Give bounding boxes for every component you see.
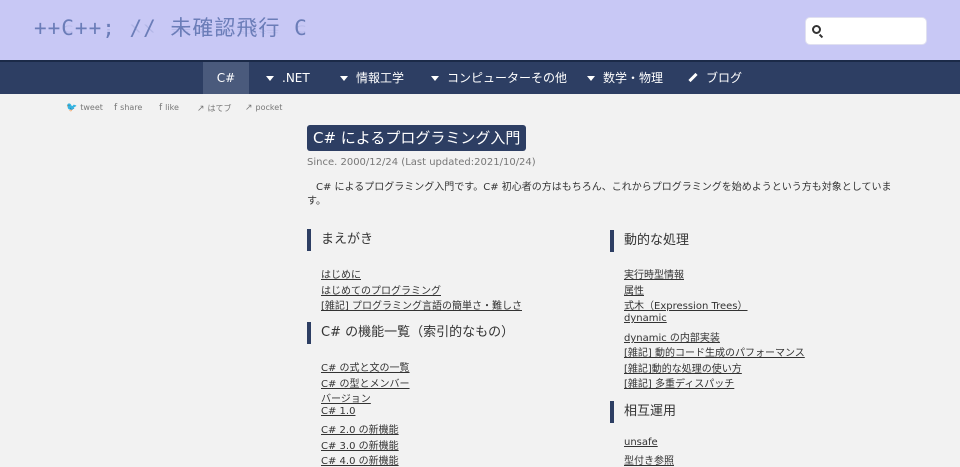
- page-title: C# によるプログラミング入門: [307, 125, 527, 151]
- link-types-members[interactable]: C# の型とメンバー: [321, 375, 410, 390]
- share-facebook-label: share: [120, 103, 143, 112]
- nav-item-label: 情報工学: [356, 71, 405, 85]
- share-like-label: like: [165, 103, 179, 112]
- last-updated: Since. 2000/12/24 (Last updated:2021/10/…: [307, 157, 536, 168]
- twitter-icon: 🐦: [66, 103, 78, 113]
- caret-down-icon: [340, 76, 348, 81]
- link-first-programming[interactable]: はじめてのプログラミング: [321, 282, 441, 297]
- share-pocket-label: pocket: [255, 103, 283, 112]
- link-expression-trees[interactable]: 式木（Expression Trees）: [624, 297, 748, 312]
- section-heading-features: C# の機能一覧（索引的なもの）: [307, 322, 514, 344]
- section-heading-interop: 相互運用: [610, 401, 676, 423]
- section-heading-maegaki: まえがき: [307, 229, 373, 251]
- nav-item-label: ブログ: [706, 71, 743, 85]
- link-version[interactable]: バージョン: [321, 390, 371, 405]
- link-dynamic-usage[interactable]: [雑記]動的な処理の使い方: [624, 360, 742, 375]
- intro-text: C# によるプログラミング入門です。C# 初心者の方はもちろん、これからプログラ…: [307, 182, 892, 207]
- share-tweet-label: tweet: [80, 103, 103, 112]
- caret-down-icon: [587, 76, 595, 81]
- caret-down-icon: [266, 76, 274, 81]
- external-link-icon: ↗: [197, 104, 205, 114]
- facebook-like-icon: f: [159, 103, 163, 113]
- share-like[interactable]: f like: [159, 103, 179, 113]
- nav-item-blog[interactable]: ブログ: [688, 62, 742, 94]
- nav-item-math-physics[interactable]: 数学・物理: [587, 62, 663, 94]
- link-language-difficulty[interactable]: [雑記] プログラミング言語の簡単さ・難しさ: [321, 297, 522, 312]
- link-dynamic-impl[interactable]: dynamic の内部実装: [624, 329, 720, 344]
- link-rtti[interactable]: 実行時型情報: [624, 266, 684, 281]
- link-attributes[interactable]: 属性: [624, 282, 644, 297]
- share-tweet[interactable]: 🐦 tweet: [66, 103, 103, 113]
- nav-item-csharp[interactable]: C#: [203, 62, 249, 94]
- search-box[interactable]: [805, 17, 927, 45]
- search-icon: [812, 25, 821, 34]
- share-pocket[interactable]: ↗ pocket: [245, 103, 282, 113]
- link-hajimeni[interactable]: はじめに: [321, 266, 361, 281]
- link-unsafe[interactable]: unsafe: [624, 437, 658, 448]
- site-logo-reflection: ++C++; // 未確認飛行 C: [34, 23, 308, 35]
- link-csharp-4[interactable]: C# 4.0 の新機能: [321, 452, 399, 467]
- nav-item-dotnet[interactable]: .NET: [266, 62, 310, 94]
- facebook-icon: f: [114, 103, 118, 113]
- nav-item-info-eng[interactable]: 情報工学: [340, 62, 404, 94]
- link-multiple-dispatch[interactable]: [雑記] 多重ディスパッチ: [624, 375, 734, 390]
- nav-item-label: 数学・物理: [603, 71, 664, 85]
- nav-item-computer-other[interactable]: コンピューターその他: [431, 62, 567, 94]
- search-input[interactable]: [826, 21, 922, 41]
- link-dynamic[interactable]: dynamic: [624, 313, 667, 324]
- link-csharp-2[interactable]: C# 2.0 の新機能: [321, 421, 399, 436]
- nav-item-label: .NET: [282, 71, 310, 85]
- nav-item-label: C#: [216, 71, 236, 85]
- share-hatebu-label: はてブ: [207, 104, 232, 113]
- link-csharp-1[interactable]: C# 1.0: [321, 406, 355, 417]
- link-csharp-3[interactable]: C# 3.0 の新機能: [321, 437, 399, 452]
- share-facebook[interactable]: f share: [114, 103, 142, 113]
- caret-down-icon: [431, 76, 439, 81]
- external-link-icon: ↗: [245, 103, 253, 113]
- link-expr-stmt[interactable]: C# の式と文の一覧: [321, 359, 410, 374]
- section-heading-dynamic: 動的な処理: [610, 230, 689, 252]
- site-header: ++C++; // 未確認飛行 C ++C++; // 未確認飛行 C: [0, 0, 960, 60]
- link-dynamic-codegen-perf[interactable]: [雑記] 動的コード生成のパフォーマンス: [624, 344, 805, 359]
- nav-item-label: コンピューターその他: [447, 71, 568, 85]
- link-typed-reference[interactable]: 型付き参照: [624, 452, 674, 467]
- pencil-icon: [688, 72, 698, 83]
- main-nav: C# .NET 情報工学 コンピューターその他 数学・物理 ブログ: [0, 60, 960, 94]
- share-hatebu[interactable]: ↗ はてブ: [197, 103, 232, 114]
